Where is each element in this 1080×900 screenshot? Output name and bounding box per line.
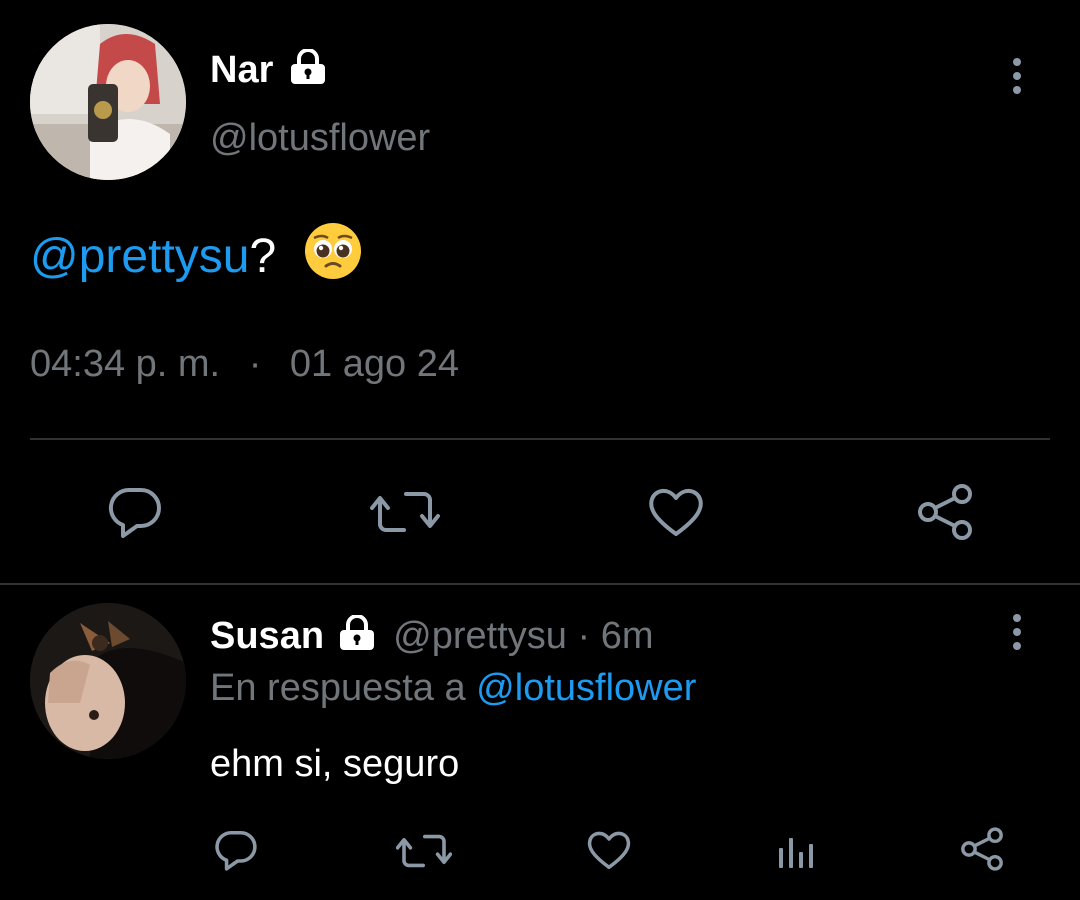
tweet-timestamp: 04:34 p. m. · 01 ago 24	[30, 342, 459, 386]
lock-icon	[288, 47, 328, 95]
share-icon[interactable]	[958, 826, 1006, 872]
analytics-icon[interactable]	[776, 830, 816, 870]
timestamp-separator: ·	[248, 343, 262, 385]
divider	[30, 438, 1050, 440]
reply-author-name[interactable]: Susan	[210, 615, 324, 657]
tweet-time: 04:34 p. m.	[30, 343, 221, 385]
more-options-icon[interactable]	[1010, 614, 1024, 650]
tweet-author-name-text[interactable]: Nar	[210, 49, 273, 91]
replying-to: En respuesta a @lotusflower	[210, 666, 696, 710]
reply-author-handle[interactable]: @prettysu	[393, 615, 567, 657]
section-divider	[0, 583, 1080, 585]
retweet-icon[interactable]	[396, 830, 452, 872]
reply-icon[interactable]	[212, 828, 260, 872]
replying-to-label: En respuesta a	[210, 667, 466, 709]
tweet-mention-link[interactable]: @prettysu	[30, 230, 249, 283]
reply-text: ehm si, seguro	[210, 743, 460, 785]
tweet-author-name[interactable]: Nar	[210, 47, 328, 95]
reply-icon[interactable]	[105, 484, 165, 540]
like-icon[interactable]	[646, 484, 706, 540]
retweet-icon[interactable]	[370, 486, 440, 538]
tweet-text-suffix: ?	[249, 230, 277, 283]
tweet-date: 01 ago 24	[289, 343, 459, 385]
replying-to-handle[interactable]: @lotusflower	[476, 667, 696, 709]
reply-age: 6m	[600, 615, 654, 657]
more-options-icon[interactable]	[1010, 58, 1024, 94]
nar-avatar[interactable]	[30, 24, 186, 180]
pleading-face-emoji	[304, 222, 362, 293]
share-icon[interactable]	[914, 482, 976, 542]
tweet-text: @prettysu?	[30, 222, 362, 293]
reply-header: Susan @prettysu · 6m	[210, 613, 654, 661]
lock-icon	[337, 613, 377, 661]
like-icon[interactable]	[585, 828, 633, 872]
susan-avatar[interactable]	[30, 603, 186, 759]
reply-separator: ·	[577, 615, 591, 657]
tweet-author-handle[interactable]: @lotusflower	[210, 116, 430, 160]
